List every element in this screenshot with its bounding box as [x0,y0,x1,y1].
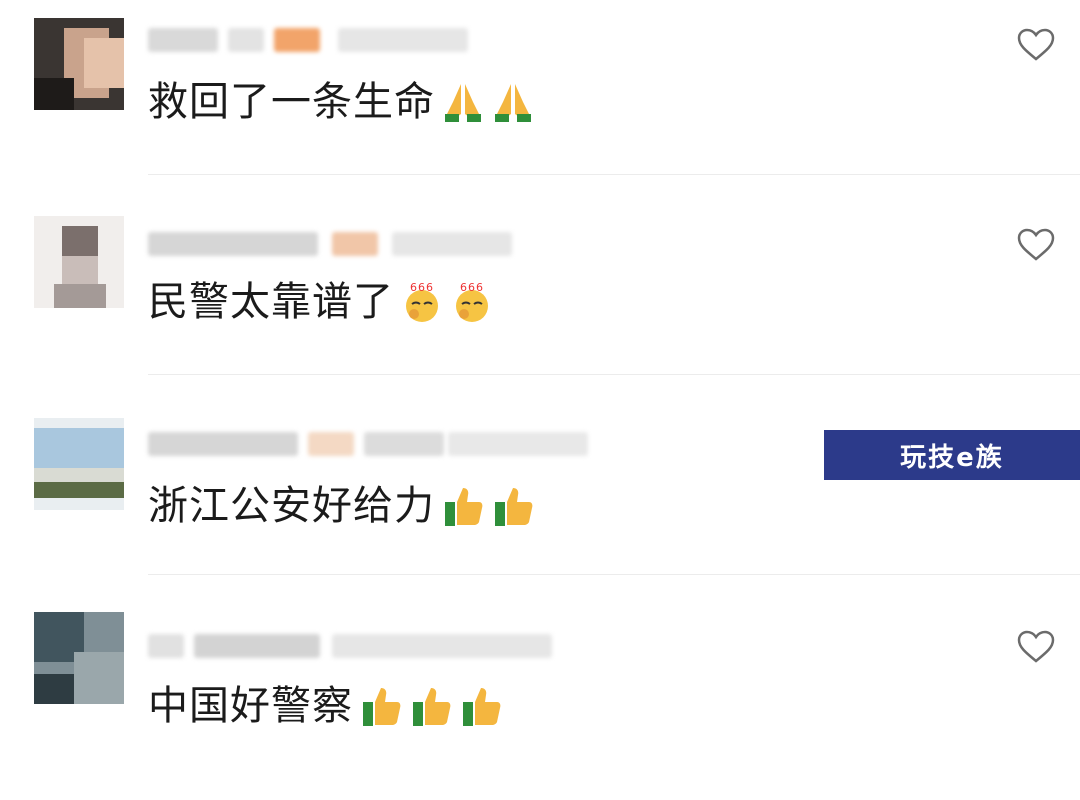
heart-icon[interactable] [1017,228,1055,262]
avatar[interactable] [34,418,124,510]
thumbs-up-icon [495,488,533,526]
svg-text:666: 666 [460,281,484,294]
username-blurred [148,626,568,666]
comment-body: 民警太靠谱了 [148,279,394,325]
heart-icon[interactable] [1017,630,1055,664]
comment-text: 中国好警察 [148,682,503,730]
666-smirk-icon: 666 [456,281,488,322]
username-blurred [148,224,528,264]
thumbs-up-icon [445,488,483,526]
thumbs-up-icon [463,688,501,726]
divider [148,574,1080,575]
comment-body: 救回了一条生命 [148,79,435,125]
comment-text: 救回了一条生命 [148,78,535,126]
avatar[interactable] [34,18,124,110]
thumbs-up-icon [413,688,451,726]
comment-item: 中国好警察 [0,600,1080,800]
comment-body: 浙江公安好给力 [148,483,435,529]
avatar[interactable] [34,216,124,308]
avatar[interactable] [34,612,124,704]
comment-text: 民警太靠谱了 666 666 [148,278,494,326]
comment-item: 民警太靠谱了 666 666 [0,200,1080,400]
comment-body: 中国好警察 [148,683,353,729]
comment-text: 浙江公安好给力 [148,482,535,530]
666-smirk-icon: 666 [406,281,438,322]
comment-item: 救回了一条生命 [0,0,1080,200]
divider [148,374,1080,375]
username-blurred [148,424,598,464]
svg-text:666: 666 [410,281,434,294]
folded-hands-icon [445,84,481,122]
watermark: 玩技e族 [824,430,1080,480]
thumbs-up-icon [363,688,401,726]
folded-hands-icon [495,84,531,122]
username-blurred [148,20,488,60]
divider [148,174,1080,175]
watermark-text: 玩技e族 [900,442,1004,473]
heart-icon[interactable] [1017,28,1055,62]
